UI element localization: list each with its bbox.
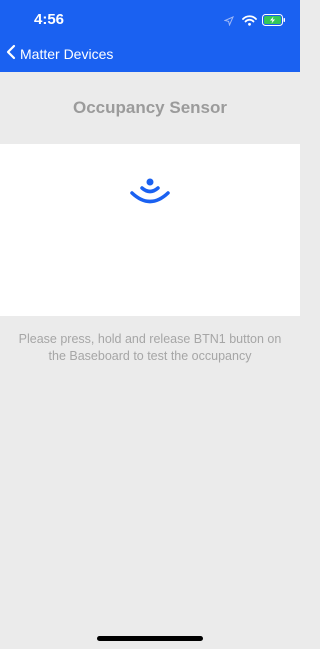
battery-charging-icon — [262, 13, 286, 31]
page-title: Occupancy Sensor — [72, 98, 227, 117]
status-time: 4:56 — [34, 11, 65, 28]
top-bar: 4:56 Matter Devices — [0, 0, 300, 72]
instructions-text: Please press, hold and release BTN1 butt… — [0, 331, 300, 365]
wifi-icon — [242, 13, 257, 31]
occupancy-signal-icon — [126, 174, 174, 215]
sensor-panel — [0, 144, 300, 316]
chevron-left-icon — [6, 44, 16, 65]
back-button[interactable]: Matter Devices — [6, 43, 113, 65]
instructions-line-2: the Baseboard to test the occupancy — [48, 349, 252, 363]
status-icons — [223, 13, 286, 31]
back-button-label: Matter Devices — [20, 46, 114, 62]
title-band: Occupancy Sensor — [0, 72, 300, 144]
instructions-line-1: Please press, hold and release BTN1 butt… — [18, 332, 282, 346]
location-arrow-icon — [223, 13, 234, 31]
home-indicator[interactable] — [97, 636, 203, 641]
